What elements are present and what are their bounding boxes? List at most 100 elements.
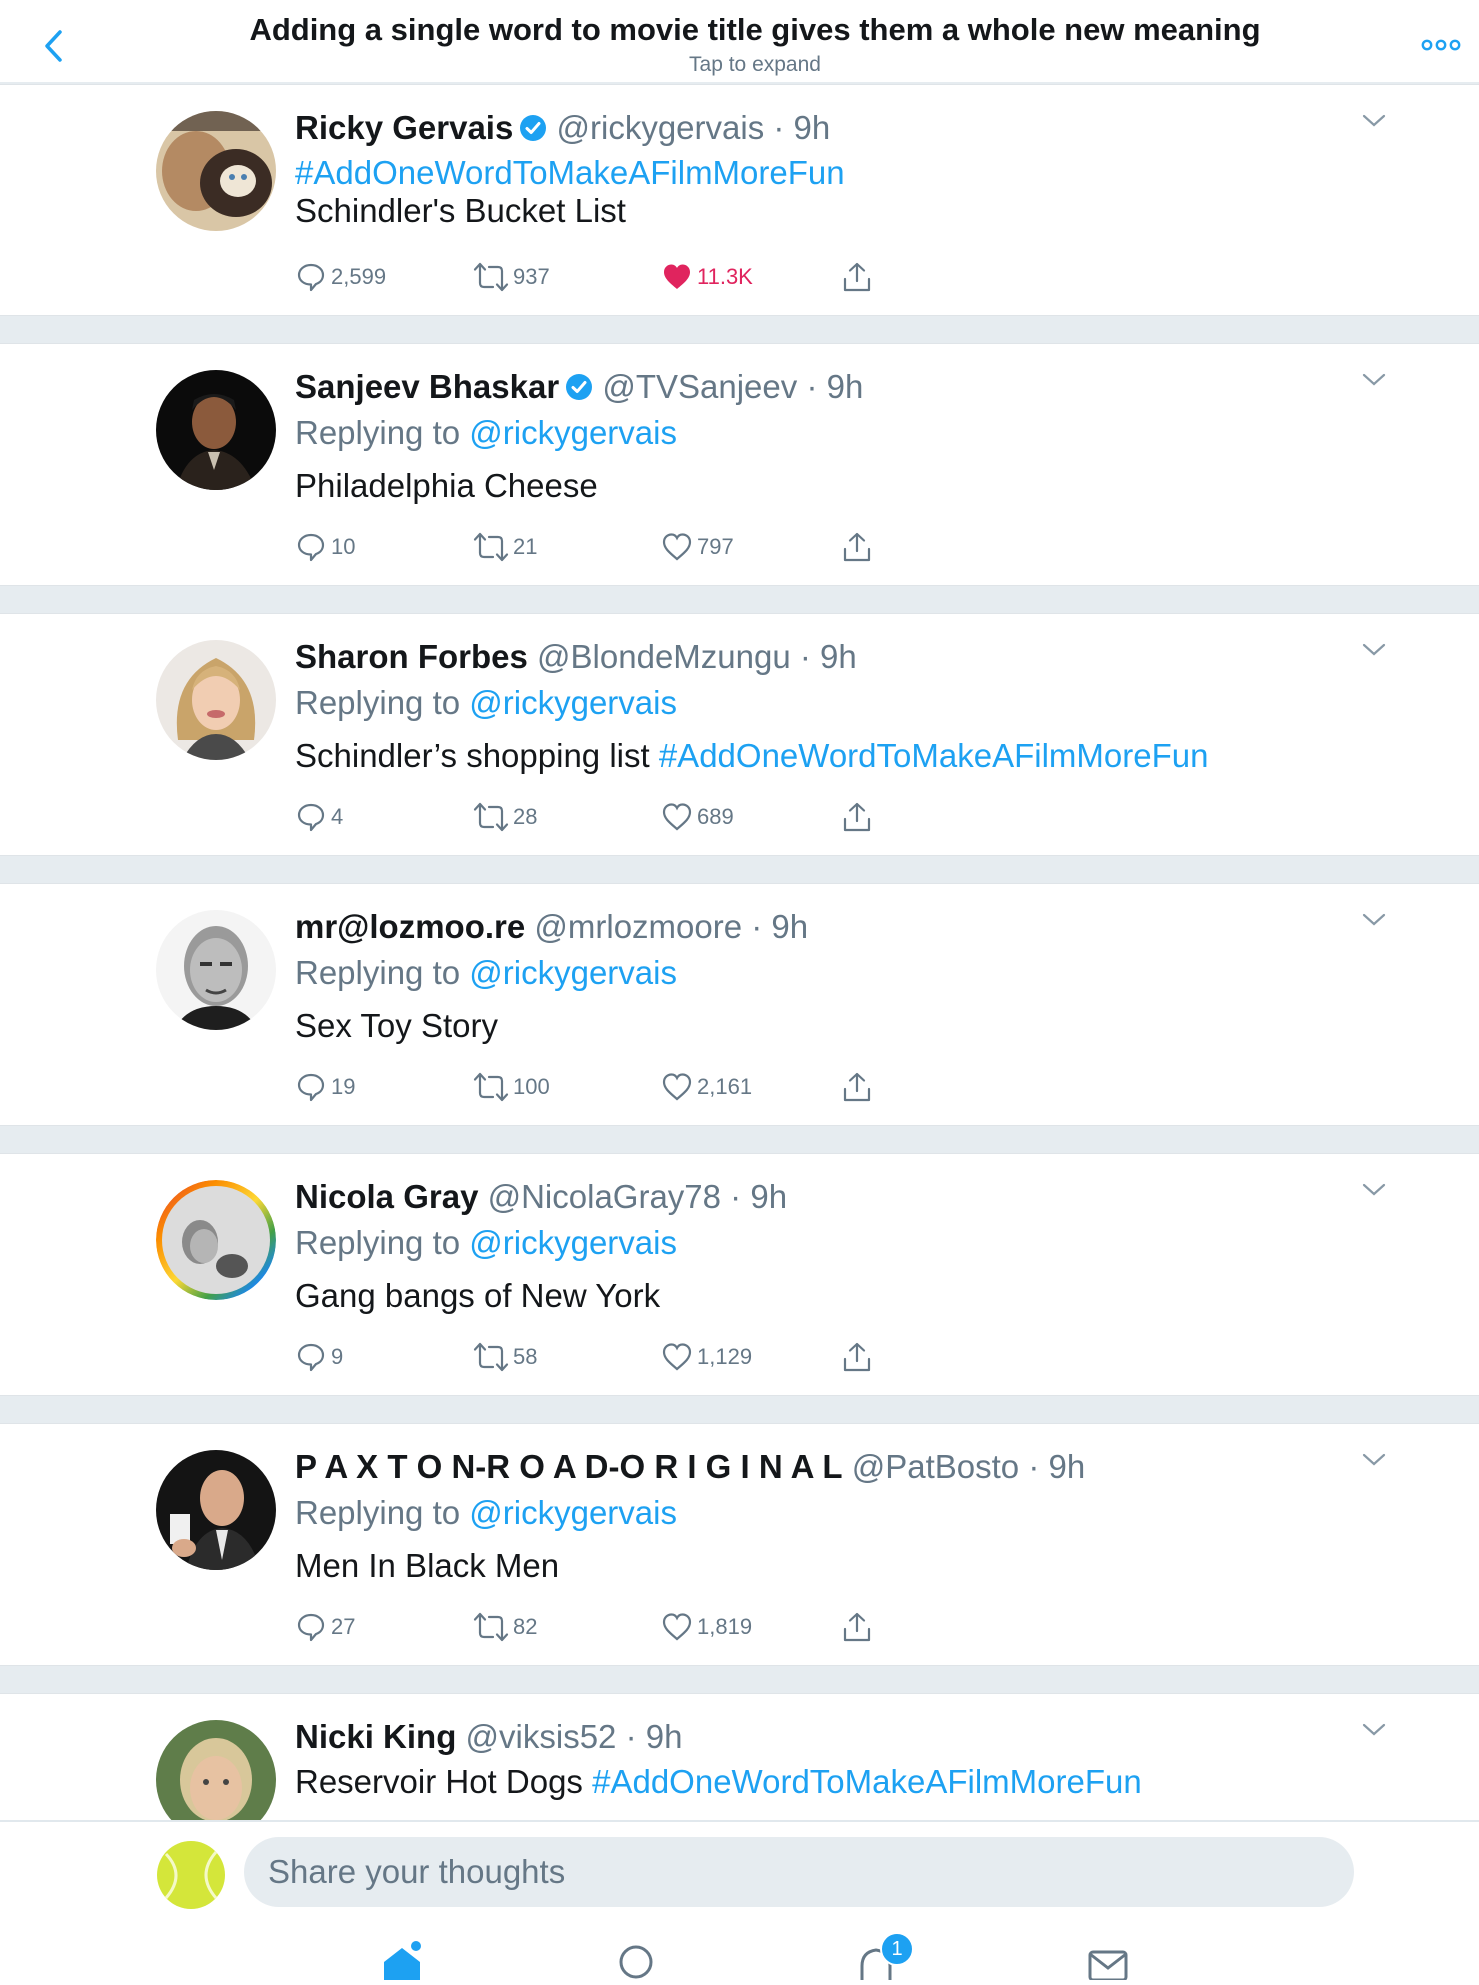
user-handle[interactable]: @NicolaGray78 [488, 1178, 721, 1215]
hashtag-link[interactable]: #AddOneWordToMakeAFilmMoreFun [592, 1763, 1142, 1800]
tweet-separator [0, 316, 1479, 343]
like-button[interactable]: 1,819 [661, 1609, 752, 1645]
mention-link[interactable]: @rickygervais [469, 954, 677, 991]
timestamp: 9h [1048, 1448, 1086, 1485]
user-handle[interactable]: @mrlozmoore [534, 908, 742, 945]
reply-button[interactable]: 2,599 [295, 259, 386, 295]
reply-button[interactable]: 9 [295, 1339, 343, 1375]
avatar[interactable] [156, 1180, 276, 1300]
like-button[interactable]: 11.3K [661, 259, 753, 295]
reply-button[interactable]: 19 [295, 1069, 355, 1105]
share-button[interactable] [841, 529, 873, 565]
like-button[interactable]: 797 [661, 529, 734, 565]
retweet-icon [473, 262, 509, 292]
share-button[interactable] [841, 1069, 873, 1105]
tweet[interactable]: Sanjeev Bhaskar @TVSanjeev · 9h Replying… [0, 343, 1479, 586]
compose-input[interactable] [244, 1837, 1354, 1907]
user-name[interactable]: Ricky Gervais [295, 109, 513, 146]
retweet-button[interactable]: 58 [473, 1339, 537, 1375]
tweet-menu-button[interactable] [1359, 1720, 1389, 1740]
share-icon [843, 1612, 871, 1642]
reply-count: 2,599 [331, 264, 387, 289]
tweet-menu-button[interactable] [1359, 910, 1389, 930]
tweet-menu-button[interactable] [1359, 111, 1389, 131]
tweet[interactable]: Sharon Forbes @BlondeMzungu · 9h Replyin… [0, 613, 1479, 856]
tweet-menu-button[interactable] [1359, 1450, 1389, 1470]
retweet-count: 58 [513, 1344, 538, 1369]
replying-to-line: Replying to @rickygervais [295, 410, 1379, 456]
chevron-down-icon [1362, 1453, 1386, 1466]
reply-count: 10 [331, 534, 356, 559]
user-handle[interactable]: @rickygervais [557, 109, 765, 146]
tab-search[interactable] [612, 1940, 660, 1980]
tap-to-expand-hint[interactable]: Tap to expand [120, 53, 1390, 77]
user-name[interactable]: mr@lozmoo.re [295, 908, 525, 945]
mention-link[interactable]: @rickygervais [469, 1224, 677, 1261]
avatar[interactable] [156, 640, 276, 760]
chevron-left-icon [45, 30, 62, 62]
avatar[interactable] [156, 111, 276, 231]
mention-link[interactable]: @rickygervais [469, 684, 677, 721]
share-button[interactable] [841, 799, 873, 835]
tweet-feed: Ricky Gervais @rickygervais · 9h #AddOne… [0, 84, 1479, 1840]
user-handle[interactable]: @TVSanjeev [602, 368, 797, 405]
reply-button[interactable]: 10 [295, 529, 355, 565]
tweet-menu-button[interactable] [1359, 640, 1389, 660]
share-button[interactable] [841, 1609, 873, 1645]
tweet-text: Philadelphia Cheese [295, 467, 598, 504]
like-button[interactable]: 689 [661, 799, 734, 835]
tweet[interactable]: mr@lozmoo.re @mrlozmoore · 9h Replying t… [0, 883, 1479, 1126]
hashtag-link[interactable]: #AddOneWordToMakeAFilmMoreFun [295, 154, 845, 191]
tweet-separator [0, 1126, 1479, 1153]
tweet-separator [0, 1396, 1479, 1423]
share-button[interactable] [841, 259, 873, 295]
verified-badge-icon [566, 374, 593, 400]
retweet-icon [473, 1072, 509, 1102]
page-title[interactable]: Adding a single word to movie title give… [120, 12, 1390, 48]
reply-button[interactable]: 27 [295, 1609, 355, 1645]
user-name[interactable]: Nicki King [295, 1718, 456, 1755]
avatar[interactable] [156, 1450, 276, 1570]
back-button[interactable] [38, 26, 72, 66]
tweet[interactable]: Nicki King @viksis52 · 9h Reservoir Hot … [0, 1693, 1479, 1840]
user-handle[interactable]: @viksis52 [466, 1718, 617, 1755]
reply-button[interactable]: 4 [295, 799, 343, 835]
retweet-button[interactable]: 937 [473, 259, 550, 295]
user-name[interactable]: P A X T O N-R O A D-O R I G I N A L [295, 1448, 843, 1485]
mention-link[interactable]: @rickygervais [469, 414, 677, 451]
user-handle[interactable]: @PatBosto [852, 1448, 1019, 1485]
like-count: 797 [697, 534, 734, 559]
like-button[interactable]: 2,161 [661, 1069, 752, 1105]
hashtag-link[interactable]: #AddOneWordToMakeAFilmMoreFun [659, 737, 1209, 774]
tweet[interactable]: Ricky Gervais @rickygervais · 9h #AddOne… [0, 84, 1479, 316]
more-options-button[interactable] [1419, 30, 1463, 60]
user-name[interactable]: Sanjeev Bhaskar [295, 368, 559, 405]
user-name[interactable]: Sharon Forbes [295, 638, 528, 675]
user-handle[interactable]: @BlondeMzungu [537, 638, 791, 675]
tweet-menu-button[interactable] [1359, 370, 1389, 390]
chevron-down-icon [1362, 1723, 1386, 1736]
retweet-button[interactable]: 100 [473, 1069, 550, 1105]
tweet-text-line: Schindler’s shopping list #AddOneWordToM… [295, 734, 1379, 778]
tweet[interactable]: P A X T O N-R O A D-O R I G I N A L @Pat… [0, 1423, 1479, 1666]
tweet[interactable]: Nicola Gray @NicolaGray78 · 9h Replying … [0, 1153, 1479, 1396]
retweet-button[interactable]: 82 [473, 1609, 537, 1645]
tweet-menu-button[interactable] [1359, 1180, 1389, 1200]
retweet-button[interactable]: 21 [473, 529, 537, 565]
tab-home[interactable] [378, 1940, 426, 1980]
avatar[interactable] [156, 370, 276, 490]
chevron-down-icon [1362, 373, 1386, 386]
chevron-down-icon [1362, 114, 1386, 127]
mention-link[interactable]: @rickygervais [469, 1494, 677, 1531]
avatar[interactable] [156, 910, 276, 1030]
notification-badge: 1 [880, 1932, 914, 1966]
like-button[interactable]: 1,129 [661, 1339, 752, 1375]
retweet-button[interactable]: 28 [473, 799, 537, 835]
chevron-down-icon [1362, 913, 1386, 926]
replying-to-label: Replying to [295, 954, 461, 991]
user-name[interactable]: Nicola Gray [295, 1178, 478, 1215]
share-button[interactable] [841, 1339, 873, 1375]
tab-messages[interactable] [1084, 1940, 1132, 1982]
reply-icon [297, 1073, 325, 1102]
tennis-ball-avatar[interactable] [156, 1840, 226, 1910]
